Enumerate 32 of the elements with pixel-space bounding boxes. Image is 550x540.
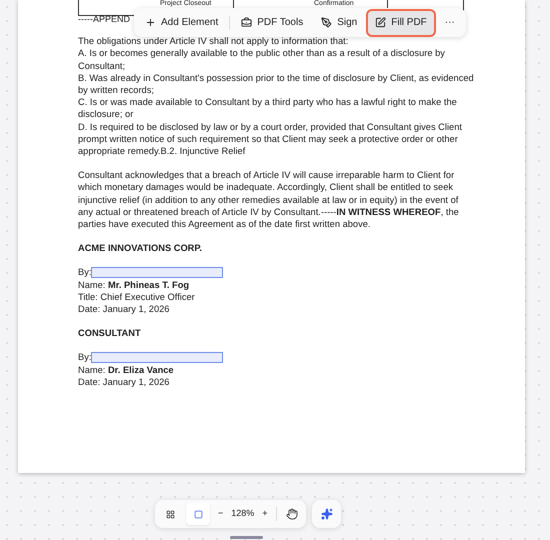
pen-nib-icon [321, 17, 332, 28]
plus-icon [145, 17, 156, 28]
zoom-in-button[interactable]: + [258, 507, 272, 521]
toolbar-button[interactable]: Add Element [138, 10, 226, 34]
paragraph: Consultant acknowledges that a breach of Article IV will cause irreparable harm to Client for which monetary damages would be inadequate. Accordingly, Client shall be entitled to seek injunctive relief (in addition to any other remedies available at law or in equity) in the event of any actual or threatened breach of Article IV by Consultant.-----IN WITNESS WHEREOF, the parties have executed this Agreement as of the date first written above. [78, 169, 460, 230]
signature-field[interactable] [91, 352, 224, 364]
paragraph: The obligations under Article IV shall not apply to information that: A. Is or becomes generally available to the public other than as a result of a disclosure by Consultant; B. Was already in Consultant's possession prior to the time of disclosure by Client, as evidenced by written records; C. Is or was made available to Consultant by a third party who has a lawful right to make the disclosure; or D. Is required to be disclosed by law or by a court order, provided that Consultant gives Client prompt written notice of such requirement so that Client may seek a protective order or other appropriate remedy.B.2. Injunctive Relief [78, 35, 474, 158]
drag-handle[interactable] [230, 536, 263, 539]
signatory-detail: Date: January 1, 2026 [78, 303, 170, 316]
toolbar-button[interactable]: PDF Tools [234, 10, 310, 34]
signature-field[interactable] [91, 267, 224, 278]
page-icon [194, 510, 202, 518]
hand-icon [286, 508, 298, 520]
party-name: CONSULTANT [78, 327, 142, 340]
signatory-detail: Name: Dr. Eliza Vance [78, 364, 175, 376]
sparkle-icon [320, 508, 332, 520]
grid-icon [166, 510, 174, 518]
toolbox-icon [241, 17, 252, 28]
toolbar-button[interactable]: Sign [314, 10, 364, 34]
zoom-out-button[interactable]: − [214, 507, 228, 521]
toolbar-button[interactable]: Fill PDF [368, 10, 434, 34]
appendix-heading: -----APPEND [78, 14, 130, 24]
edit-icon [375, 17, 386, 28]
by-label: By: [78, 266, 92, 279]
signatory-detail: Name: Mr. Phineas T. Fog [78, 278, 190, 291]
more-button[interactable]: ··· [438, 10, 462, 34]
party-name: ACME INNOVATIONS CORP. [78, 242, 203, 254]
signatory-detail: Title: Chief Executive Officer [78, 290, 196, 304]
signatory-detail: Date: January 1, 2026 [78, 376, 170, 388]
zoom-level: 128% [231, 507, 254, 520]
by-label: By: [78, 351, 92, 364]
ai-assistant-button[interactable] [312, 500, 341, 528]
